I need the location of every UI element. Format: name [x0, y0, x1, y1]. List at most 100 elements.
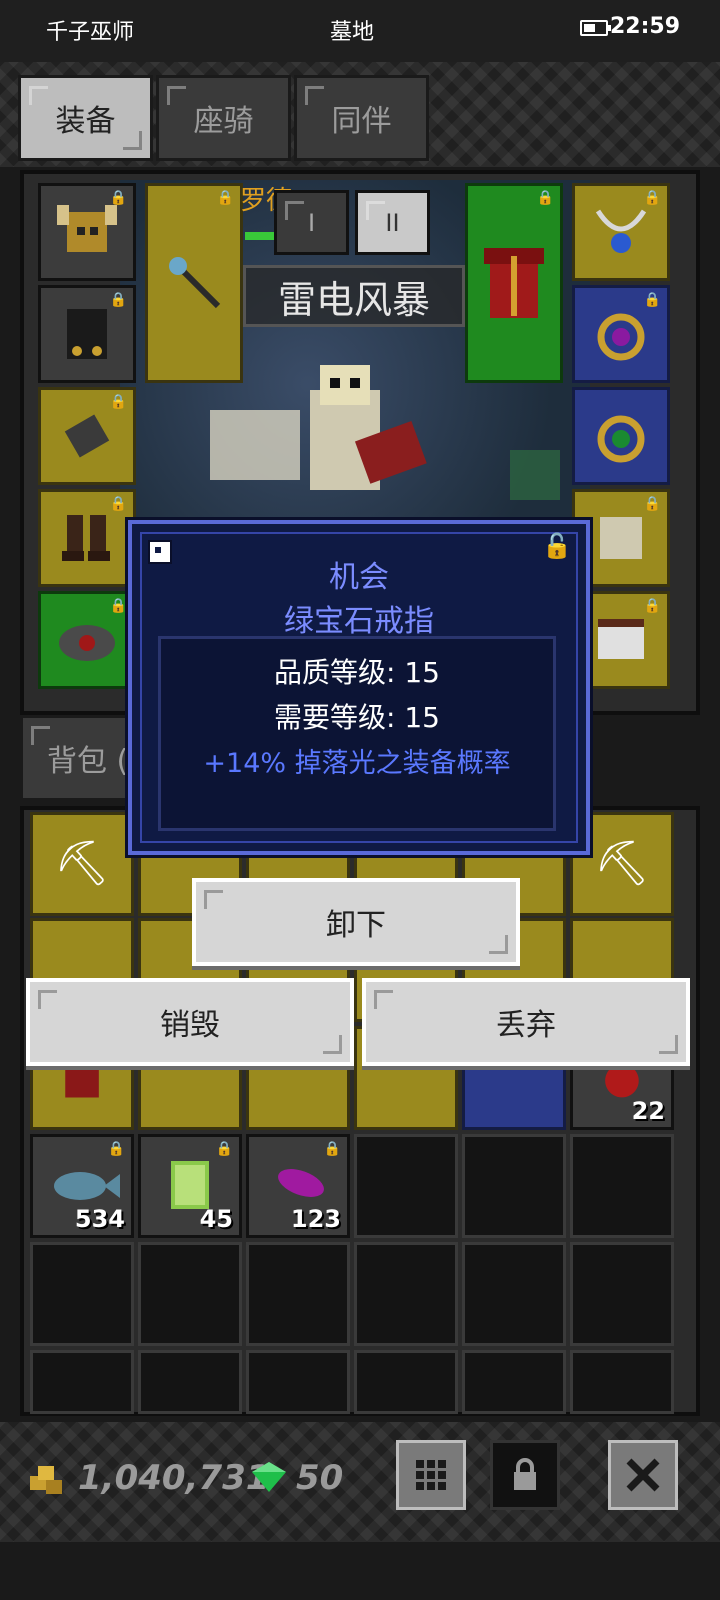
- tab-backpack[interactable]: 背包 (: [20, 715, 135, 801]
- slot-helmet[interactable]: 🔒: [38, 183, 136, 281]
- unequip-button[interactable]: 卸下: [192, 878, 520, 966]
- inventory-slot-empty[interactable]: [138, 1350, 242, 1414]
- item-bonus: +14% 掉落光之装备概率: [203, 748, 511, 779]
- slot-ring-1[interactable]: 🔒: [572, 285, 670, 383]
- emerald-gem-icon: [252, 1462, 286, 1492]
- grid-view-button[interactable]: [396, 1440, 466, 1510]
- inventory-slot-empty[interactable]: [570, 1350, 674, 1414]
- boots-icon: [62, 515, 110, 561]
- item-prefix: 机会: [329, 560, 389, 595]
- inventory-slot-empty[interactable]: [570, 1134, 674, 1238]
- unequip-label: 卸下: [326, 908, 386, 943]
- slot-weapon[interactable]: 🔒: [145, 183, 243, 383]
- stack-count: 22: [631, 1097, 665, 1125]
- loadout-1-label: I: [307, 208, 316, 237]
- clock: 22:59: [610, 14, 681, 39]
- gold-amount: 1,040,731: [78, 1458, 270, 1498]
- status-bar: 千子巫师 墓地 22:59: [0, 0, 720, 62]
- stack-count: 534: [74, 1205, 125, 1233]
- inventory-slot-purple-item[interactable]: 🔒 123: [246, 1134, 350, 1238]
- discard-label: 丢弃: [496, 1008, 556, 1043]
- close-icon: [626, 1458, 660, 1492]
- inventory-slot-empty[interactable]: [462, 1134, 566, 1238]
- close-button[interactable]: [608, 1440, 678, 1510]
- horned-helmet-icon: [57, 205, 117, 252]
- inventory-slot-green-item[interactable]: 🔒 45: [138, 1134, 242, 1238]
- destroy-button[interactable]: 销毁: [26, 978, 354, 1066]
- lock-icon: 🔒: [323, 1141, 341, 1157]
- emerald-ring-icon: [597, 415, 645, 463]
- lock-icon: 🔒: [215, 1141, 233, 1157]
- lock-icon: 🔒: [643, 292, 661, 308]
- slot-gloves[interactable]: 🔒: [38, 387, 136, 485]
- lock-icon: 🔒: [109, 292, 127, 308]
- item-tooltip: 🔓 机会 绿宝石戒指 品质等级: 15 需要等级: 15 +14% 掉落光之装备…: [128, 520, 590, 855]
- skill-name-banner: 雷电风暴: [243, 265, 465, 327]
- inventory-slot-empty[interactable]: [462, 1242, 566, 1346]
- lock-icon: 🔒: [643, 496, 661, 512]
- pickaxe-icon: ⛏: [594, 838, 650, 889]
- slot-belt[interactable]: 🔒: [38, 591, 136, 689]
- lock-icon: 🔒: [643, 598, 661, 614]
- slot-armor[interactable]: 🔒: [465, 183, 563, 383]
- loadout-2-label: II: [385, 208, 400, 237]
- loadout-1-button[interactable]: I: [274, 190, 349, 255]
- gem-amount: 50: [296, 1458, 344, 1498]
- gold-coins-icon: [30, 1466, 62, 1494]
- inventory-slot-fish[interactable]: 🔒 534: [30, 1134, 134, 1238]
- location-title: 墓地: [330, 20, 375, 45]
- lock-icon: 🔒: [109, 496, 127, 512]
- destroy-label: 销毁: [160, 1008, 220, 1043]
- lock-button[interactable]: [490, 1440, 560, 1510]
- tab-mount-label: 座骑: [193, 104, 254, 139]
- belt-icon: [59, 625, 115, 661]
- tab-equipment-label: 装备: [55, 104, 116, 139]
- loadout-2-button[interactable]: II: [355, 190, 430, 255]
- slot-amulet[interactable]: 🔒: [572, 183, 670, 281]
- lock-icon: 🔒: [109, 598, 127, 614]
- stack-count: 123: [290, 1205, 341, 1233]
- grid-icon: [416, 1460, 446, 1490]
- slot-boots[interactable]: 🔒: [38, 489, 136, 587]
- amulet-icon: [595, 209, 647, 253]
- quality-level: 品质等级: 15: [274, 656, 440, 689]
- inventory-slot-empty[interactable]: [246, 1350, 350, 1414]
- inventory-slot-empty[interactable]: [138, 1242, 242, 1346]
- inventory-slot-empty[interactable]: [354, 1242, 458, 1346]
- lock-icon: 🔒: [109, 394, 127, 410]
- tab-companion[interactable]: 同伴: [294, 75, 429, 161]
- tab-companion-label: 同伴: [331, 104, 392, 139]
- charm-icon: [600, 517, 642, 559]
- gauntlet-icon: [64, 414, 110, 458]
- spellbook-icon: [598, 619, 644, 659]
- tab-backpack-label: 背包 (: [47, 744, 129, 779]
- purple-ring-icon: [597, 313, 645, 361]
- stack-count: 45: [199, 1205, 233, 1233]
- lock-icon: 🔒: [643, 190, 661, 206]
- app-name: 千子巫师: [46, 20, 135, 45]
- item-name: 绿宝石戒指: [284, 604, 434, 639]
- inventory-slot-empty[interactable]: [354, 1134, 458, 1238]
- mace-icon: [169, 257, 221, 309]
- battery-icon: [580, 20, 611, 36]
- red-armor-icon: [484, 248, 544, 318]
- inventory-slot-empty[interactable]: [30, 1350, 134, 1414]
- tab-mount[interactable]: 座骑: [156, 75, 291, 161]
- lock-icon: 🔒: [216, 190, 234, 206]
- inventory-slot-empty[interactable]: [246, 1242, 350, 1346]
- black-cloak-icon: [67, 309, 107, 359]
- inventory-slot-empty[interactable]: [570, 1242, 674, 1346]
- inventory-slot[interactable]: ⛏: [30, 812, 134, 916]
- lock-icon: 🔒: [107, 1141, 125, 1157]
- lock-icon: [514, 1458, 536, 1490]
- inventory-slot-empty[interactable]: [462, 1350, 566, 1414]
- slot-ring-2[interactable]: [572, 387, 670, 485]
- item-stats-box: 品质等级: 15 需要等级: 15 +14% 掉落光之装备概率: [158, 636, 556, 831]
- inventory-slot-empty[interactable]: [354, 1350, 458, 1414]
- lock-icon: 🔒: [109, 190, 127, 206]
- inventory-slot-empty[interactable]: [30, 1242, 134, 1346]
- tab-equipment[interactable]: 装备: [18, 75, 153, 161]
- lock-icon: 🔒: [536, 190, 554, 206]
- discard-button[interactable]: 丢弃: [362, 978, 690, 1066]
- slot-cloak[interactable]: 🔒: [38, 285, 136, 383]
